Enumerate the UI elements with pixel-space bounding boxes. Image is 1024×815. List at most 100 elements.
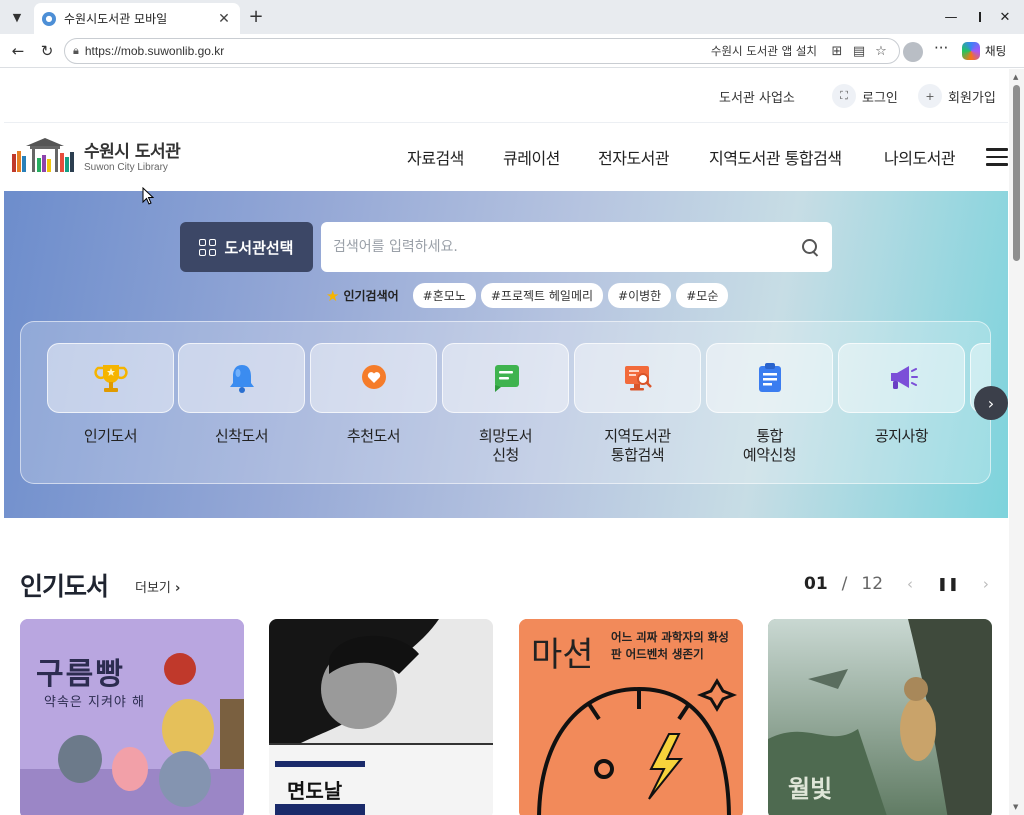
copilot-label: 채팅 xyxy=(985,44,1007,58)
grid-icon xyxy=(199,238,217,256)
book-title: 구름빵 xyxy=(36,657,125,692)
popular-keywords: ★ 인기검색어 #혼모노 #프로젝트 헤일메리 #이병한 #모순 xyxy=(326,283,733,308)
lock-icon: ⛶ xyxy=(832,84,856,108)
library-select-button[interactable]: 도서관선택 xyxy=(180,222,313,272)
pause-icon[interactable]: ❚❚ xyxy=(937,577,959,592)
quick-tile[interactable] xyxy=(838,343,965,413)
quick-menu-next-chevron-icon[interactable]: › xyxy=(974,386,1008,420)
quick-menu-notice[interactable]: 공지사항 xyxy=(838,343,965,446)
browser-toolbar: ← ↻ 🔒︎ https://mob.suwonlib.go.kr 수원시 도서… xyxy=(0,34,1024,68)
nav-item-regional-search[interactable]: 지역도서관 통합검색 xyxy=(709,145,842,169)
browser-tabbar: ▼ ● 수원시도서관 모바일 ✕ + — ✕ xyxy=(0,0,1024,34)
page-scrollbar[interactable]: ▲ ▼ xyxy=(1009,69,1024,815)
window-close-icon[interactable]: ✕ xyxy=(990,4,1020,30)
library-select-label: 도서관선택 xyxy=(224,238,294,257)
quick-menu-popular[interactable]: 인기도서 xyxy=(47,343,174,446)
hero-search-section: 도서관선택 ★ 인기검색어 #혼모노 #프로젝트 헤일메리 #이병한 #모순 xyxy=(4,191,1008,518)
scrollbar-thumb[interactable] xyxy=(1013,85,1020,261)
quick-tile[interactable] xyxy=(706,343,833,413)
book-subtitle: 약속은 지켜야 해 xyxy=(44,695,145,710)
section-title: 인기도서 xyxy=(20,572,109,601)
logo-english-text: Suwon City Library xyxy=(84,162,168,173)
quick-menu-label: 공지사항 xyxy=(874,427,929,445)
login-link[interactable]: ⛶ 로그인 xyxy=(832,84,898,108)
nav-item-ebook[interactable]: 전자도서관 xyxy=(598,145,670,169)
signup-label: 회원가입 xyxy=(948,90,996,106)
quick-menu-reservation[interactable]: 통합 예약신청 xyxy=(706,343,833,465)
carousel-pager: 01 / 12 ‹ ❚❚ › xyxy=(804,574,989,594)
quick-menu-new-books[interactable]: 신착도서 xyxy=(178,343,305,446)
browser-tab-active[interactable]: ● 수원시도서관 모바일 ✕ xyxy=(34,3,240,34)
search-icon[interactable] xyxy=(800,237,820,257)
clipboard-icon xyxy=(758,363,781,392)
quick-menu-recommended[interactable]: 추천도서 xyxy=(310,343,437,446)
favorite-star-icon[interactable]: ☆ xyxy=(871,41,891,61)
business-link[interactable]: 도서관 사업소 xyxy=(719,87,795,106)
keyword-tag[interactable]: #혼모노 xyxy=(412,283,476,308)
quick-tile[interactable] xyxy=(574,343,701,413)
quick-menu-regional-search[interactable]: 지역도서관 통합검색 xyxy=(574,343,701,465)
tab-list-chevron-icon[interactable]: ▼ xyxy=(5,6,29,28)
book-cover[interactable]: 월빛 xyxy=(768,619,992,815)
book-title: 월빛 xyxy=(788,775,833,803)
heart-badge-icon xyxy=(361,365,386,389)
more-link[interactable]: 더보기 › xyxy=(135,577,180,596)
nav-item-my-library[interactable]: 나의도서관 xyxy=(884,145,956,169)
keyword-tag[interactable]: #프로젝트 헤일메리 xyxy=(480,283,604,308)
maximize-icon[interactable] xyxy=(951,4,981,30)
url-text[interactable]: https://mob.suwonlib.go.kr xyxy=(85,44,711,58)
search-input[interactable] xyxy=(333,239,800,255)
quick-menu-label: 희망도서 신청 xyxy=(478,427,533,464)
tab-title: 수원시도서관 모바일 xyxy=(64,12,168,26)
scroll-down-icon[interactable]: ▼ xyxy=(1013,803,1018,811)
next-chevron-icon[interactable]: › xyxy=(983,575,989,593)
quick-menu-label: 통합 예약신청 xyxy=(742,427,797,464)
install-app-label[interactable]: 수원시 도서관 앱 설치 xyxy=(711,43,817,59)
nav-item-curation[interactable]: 큐레이션 xyxy=(503,145,560,169)
prev-chevron-icon[interactable]: ‹ xyxy=(907,575,913,593)
page-current: 01 xyxy=(804,574,828,594)
popular-label-text: 인기검색어 xyxy=(343,289,399,303)
quick-tile[interactable] xyxy=(442,343,569,413)
install-app-icon[interactable]: ⊞ xyxy=(827,41,847,61)
nav-item-search[interactable]: 자료검색 xyxy=(407,145,464,169)
keyword-tag[interactable]: #모순 xyxy=(676,283,729,308)
popular-keywords-label: ★ 인기검색어 xyxy=(326,287,399,305)
main-navigation: 수원시 도서관 Suwon City Library 자료검색 큐레이션 전자도… xyxy=(4,123,1008,191)
star-icon: ★ xyxy=(326,286,340,305)
profile-avatar[interactable] xyxy=(903,42,923,62)
signup-link[interactable]: + 회원가입 xyxy=(918,84,996,108)
tab-close-icon[interactable]: ✕ xyxy=(216,11,232,27)
megaphone-icon xyxy=(890,366,918,389)
web-page: 도서관 사업소 ⛶ 로그인 + 회원가입 수원시 도서관 Suwon City … xyxy=(4,69,1008,815)
reader-mode-icon[interactable]: ▤ xyxy=(849,41,869,61)
lock-icon[interactable]: 🔒︎ xyxy=(73,44,79,58)
quick-menu-label: 지역도서관 통합검색 xyxy=(604,427,671,464)
book-cover[interactable]: 마션 어느 괴짜 과학자의 화성판 어드벤처 생존기 xyxy=(519,619,743,815)
quick-menu-label: 신착도서 xyxy=(214,427,269,445)
quick-tile[interactable] xyxy=(47,343,174,413)
mouse-cursor-icon xyxy=(142,187,154,205)
quick-menu-wish-book[interactable]: 희망도서 신청 xyxy=(442,343,569,465)
more-menu-icon[interactable]: ··· xyxy=(934,39,948,57)
page-total: 12 xyxy=(861,574,884,594)
keyword-tag[interactable]: #이병한 xyxy=(608,283,672,308)
quick-menu-panel: 인기도서 신착도서 추천도서 희망도서 신청 지역도서관 통합검색 통합 예약신… xyxy=(20,321,991,484)
copilot-chat-button[interactable]: 채팅 xyxy=(962,40,1006,62)
book-cover[interactable]: 면도날 xyxy=(269,619,493,815)
back-arrow-icon[interactable]: ← xyxy=(6,39,30,63)
scroll-up-icon[interactable]: ▲ xyxy=(1013,73,1018,81)
reload-icon[interactable]: ↻ xyxy=(35,39,59,63)
more-label: 더보기 xyxy=(135,581,171,596)
hamburger-menu-icon[interactable] xyxy=(986,148,1008,166)
popular-books-header: 인기도서 더보기 › 01 / 12 ‹ ❚❚ › xyxy=(20,567,990,607)
quick-tile[interactable] xyxy=(178,343,305,413)
chevron-right-icon: › xyxy=(175,581,181,596)
page-separator: / xyxy=(841,574,848,594)
new-tab-plus-icon[interactable]: + xyxy=(245,6,267,28)
address-bar[interactable]: 🔒︎ https://mob.suwonlib.go.kr 수원시 도서관 앱 … xyxy=(64,38,900,64)
quick-tile[interactable] xyxy=(310,343,437,413)
site-logo[interactable]: 수원시 도서관 Suwon City Library xyxy=(12,136,181,174)
book-subtitle: 어느 괴짜 과학자의 화성판 어드벤처 생존기 xyxy=(611,630,729,661)
book-cover[interactable]: 구름빵 약속은 지켜야 해 xyxy=(20,619,244,815)
